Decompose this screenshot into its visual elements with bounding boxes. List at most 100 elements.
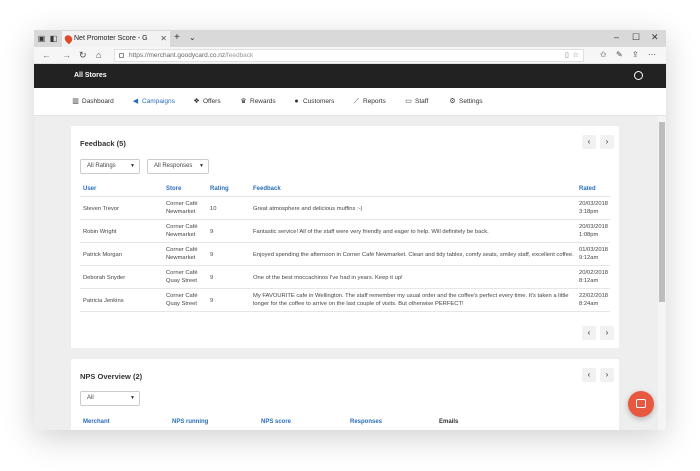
table-row[interactable]: Patrick Morgan Corner Café Newmarket 9 E…: [80, 242, 610, 265]
col-rated[interactable]: Rated: [579, 186, 596, 192]
row-user: Patricia Jenkins: [83, 298, 124, 304]
row-time: 8:12am: [579, 278, 599, 284]
row-time: 3:18pm: [579, 209, 599, 215]
browser-tab-bar: ▣ ◧ Net Promoter Score - G ✕ + ⌄ – ☐ ✕: [34, 30, 666, 47]
favorites-icon[interactable]: ✩: [600, 50, 607, 59]
close-tab-icon[interactable]: ✕: [160, 31, 167, 47]
col-nps-score[interactable]: NPS score: [261, 419, 291, 425]
feedback-card: Feedback (5) ‹ › All Ratings ▼ All Respon…: [71, 126, 619, 348]
col-feedback[interactable]: Feedback: [253, 186, 281, 192]
nav-campaigns[interactable]: ◀ Campaigns: [131, 88, 175, 116]
gears-icon: ⚙: [449, 98, 456, 105]
nav-rewards[interactable]: ♛ Rewards: [239, 88, 275, 116]
chat-launcher-button[interactable]: [628, 391, 654, 417]
more-icon[interactable]: ⋯: [648, 50, 656, 59]
col-nps-running[interactable]: NPS running: [172, 419, 208, 425]
nps-filter-select[interactable]: All ▼: [80, 391, 140, 406]
prev-page-button[interactable]: ‹: [582, 326, 596, 340]
feedback-pager-bottom: ‹ ›: [582, 326, 614, 340]
browser-tab[interactable]: Net Promoter Score - G ✕: [62, 31, 170, 47]
responses-filter-select[interactable]: All Responses ▼: [147, 159, 209, 174]
row-feedback-cont: longer for the coffee to arrive on the l…: [253, 301, 464, 307]
user-account-icon[interactable]: [634, 71, 643, 80]
minimize-icon[interactable]: –: [614, 32, 619, 42]
row-rating: 9: [210, 275, 214, 281]
tab-list-chevron-icon[interactable]: ⌄: [189, 33, 196, 42]
col-merchant[interactable]: Merchant: [83, 419, 110, 425]
feedback-title: Feedback (5): [80, 139, 126, 148]
table-row[interactable]: Steven Trevor Corner Café Newmarket 10 G…: [80, 196, 610, 219]
row-user: Patrick Morgan: [83, 252, 122, 258]
megaphone-icon: ◀: [132, 98, 139, 105]
table-row[interactable]: Patricia Jenkins Corner Café Quay Street…: [80, 288, 610, 312]
col-emails: Emails: [439, 419, 459, 425]
close-window-icon[interactable]: ✕: [651, 32, 659, 43]
browser-window: ▣ ◧ Net Promoter Score - G ✕ + ⌄ – ☐ ✕ ←…: [34, 30, 666, 430]
reading-view-icon[interactable]: ▯: [565, 52, 569, 59]
prev-page-button[interactable]: ‹: [582, 135, 596, 149]
bar-chart-icon: ▥: [72, 98, 79, 105]
back-icon[interactable]: ←: [42, 50, 51, 60]
row-user: Robin Wright: [83, 229, 117, 235]
row-rating: 9: [210, 252, 214, 258]
nps-pager: ‹ ›: [582, 368, 614, 382]
nav-settings[interactable]: ⚙ Settings: [448, 88, 482, 116]
rating-filter-select[interactable]: All Ratings ▼: [80, 159, 140, 174]
row-time: 8:24am: [579, 301, 599, 307]
nav-offers[interactable]: ❖ Offers: [192, 88, 220, 116]
browser-address-bar: ← → ↻ ⌂ https://merchant.goodycard.co.nz…: [34, 47, 666, 64]
row-feedback: Enjoyed spending the afternoon in Corner…: [253, 252, 574, 258]
url-path: /feedback: [225, 52, 254, 59]
url-field[interactable]: https://merchant.goodycard.co.nz/feedbac…: [114, 49, 584, 62]
next-page-button[interactable]: ›: [600, 135, 614, 149]
next-page-button[interactable]: ›: [600, 326, 614, 340]
row-store: Corner Café: [166, 293, 198, 299]
set-aside-tabs-icon[interactable]: ◧: [49, 34, 58, 43]
col-responses[interactable]: Responses: [350, 419, 382, 425]
nav-dashboard[interactable]: ▥ Dashboard: [71, 88, 114, 116]
share-icon[interactable]: ⇪: [632, 50, 639, 59]
page-content: Feedback (5) ‹ › All Ratings ▼ All Respon…: [34, 116, 658, 430]
row-feedback: Fantastic service! All of the staff were…: [253, 229, 489, 235]
row-store-area: Newmarket: [166, 209, 196, 215]
store-selector[interactable]: All Stores: [74, 64, 107, 88]
table-row[interactable]: Deborah Snyder Corner Café Quay Street 9…: [80, 265, 610, 288]
prev-page-button[interactable]: ‹: [582, 368, 596, 382]
nps-title: NPS Overview (2): [80, 372, 143, 381]
nav-reports[interactable]: ⟋ Reports: [352, 88, 386, 116]
row-date: 20/03/2018: [579, 224, 609, 230]
tab-actions-icon[interactable]: ▣: [37, 34, 46, 43]
forward-icon[interactable]: →: [62, 50, 71, 60]
tab-title: Net Promoter Score - G: [74, 35, 148, 42]
nav-customers[interactable]: ● Customers: [292, 88, 334, 116]
row-store: Corner Café Newmarket: [166, 247, 198, 261]
col-store[interactable]: Store: [166, 186, 181, 192]
row-store: Corner Café: [166, 270, 198, 276]
pen-icon[interactable]: ✎: [616, 50, 623, 59]
next-page-button[interactable]: ›: [600, 368, 614, 382]
row-store-area: Newmarket: [166, 232, 196, 238]
row-feedback: One of the best moccachinos I've had in …: [253, 275, 403, 281]
row-store: Corner Café: [166, 201, 198, 207]
lock-icon: [119, 53, 124, 58]
row-rating: 10: [210, 206, 217, 212]
maximize-icon[interactable]: ☐: [632, 32, 640, 43]
col-user[interactable]: User: [83, 186, 96, 192]
row-store-area: Quay Street: [166, 301, 197, 307]
scrollbar-thumb[interactable]: [659, 122, 665, 302]
new-tab-icon[interactable]: +: [174, 33, 180, 43]
row-store-area: Quay Street: [166, 278, 197, 284]
table-row[interactable]: Robin Wright Corner Café Newmarket 9 Fan…: [80, 219, 610, 242]
favorite-star-icon[interactable]: ☆: [573, 52, 579, 59]
nav-staff[interactable]: ▭ Staff: [404, 88, 428, 116]
home-icon[interactable]: ⌂: [96, 50, 101, 60]
id-card-icon: ▭: [405, 98, 412, 105]
app-header: All Stores: [34, 64, 666, 88]
nps-overview-card: NPS Overview (2) ‹ › All ▼ Merchant NPS r…: [71, 359, 619, 430]
page-scrollbar[interactable]: [658, 116, 666, 430]
row-rating: 9: [210, 229, 214, 235]
refresh-icon[interactable]: ↻: [79, 50, 87, 60]
row-user: Steven Trevor: [83, 206, 120, 212]
col-rating[interactable]: Rating: [210, 186, 229, 192]
row-feedback: My FAVOURITE cafe in Wellington. The sta…: [253, 293, 569, 299]
